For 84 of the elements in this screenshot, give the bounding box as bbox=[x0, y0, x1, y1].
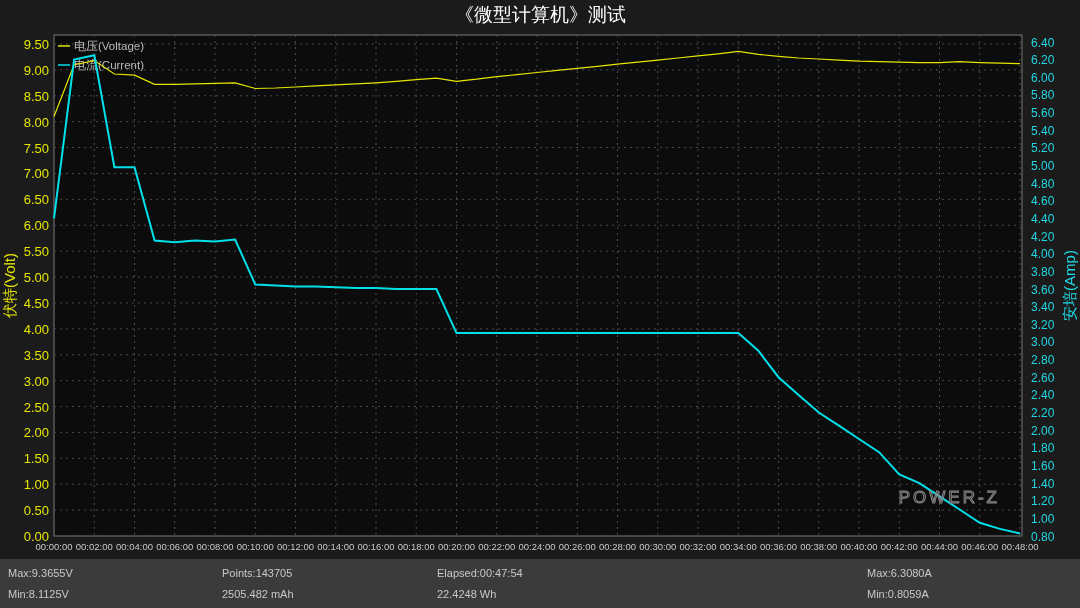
y-tick-label: 5.20 bbox=[1031, 140, 1055, 155]
y-tick-label: 1.00 bbox=[1031, 511, 1055, 526]
x-tick-label: 00:22:00 bbox=[478, 540, 516, 552]
y-tick-label: 4.50 bbox=[23, 295, 49, 311]
stat-text: Points:143705 bbox=[222, 565, 293, 581]
stat-text: Min:8.1125V bbox=[8, 587, 69, 602]
x-tick-label: 00:40:00 bbox=[840, 540, 878, 552]
y-tick-label: 4.20 bbox=[1031, 229, 1055, 244]
y-tick-label: 3.20 bbox=[1031, 317, 1055, 332]
stat-text: 22.4248 Wh bbox=[437, 587, 497, 602]
y-tick-label: 4.00 bbox=[1031, 246, 1055, 261]
y-tick-label: 5.60 bbox=[1031, 105, 1055, 120]
y-tick-label: 5.00 bbox=[23, 269, 49, 285]
stat-text: 2505.482 mAh bbox=[222, 587, 294, 602]
y-tick-label: 3.00 bbox=[23, 373, 49, 389]
x-tick-label: 00:48:00 bbox=[1001, 540, 1039, 552]
y-tick-label: 2.20 bbox=[1031, 405, 1055, 420]
stat-text: Max:6.3080A bbox=[867, 565, 932, 581]
x-tick-label: 00:18:00 bbox=[397, 540, 435, 552]
y-tick-label: 4.60 bbox=[1031, 193, 1055, 208]
y-tick-label: 2.40 bbox=[1031, 387, 1055, 402]
x-tick-label: 00:36:00 bbox=[760, 540, 797, 552]
y-tick-label: 1.80 bbox=[1031, 440, 1055, 455]
y-tick-label: 6.50 bbox=[23, 191, 49, 207]
y-axis-title: 伏特(Volt) bbox=[1, 252, 18, 318]
x-tick-label: 00:42:00 bbox=[880, 540, 918, 552]
y-tick-label: 5.80 bbox=[1031, 87, 1055, 102]
y-tick-label: 4.80 bbox=[1031, 176, 1055, 191]
x-tick-label: 00:08:00 bbox=[196, 540, 234, 552]
stat-text: Min:0.8059A bbox=[867, 587, 929, 602]
x-tick-label: 00:34:00 bbox=[719, 540, 757, 552]
y-tick-label: 3.00 bbox=[1031, 334, 1055, 349]
y-tick-label: 5.40 bbox=[1031, 123, 1055, 138]
y-tick-label: 3.50 bbox=[23, 347, 49, 363]
y-tick-label: 6.40 bbox=[1031, 35, 1055, 49]
x-tick-label: 00:44:00 bbox=[921, 540, 958, 552]
y-tick-label: 5.50 bbox=[23, 243, 49, 259]
x-tick-label: 00:38:00 bbox=[800, 540, 838, 552]
x-tick-label: 00:30:00 bbox=[639, 540, 677, 552]
x-tick-label: 00:12:00 bbox=[277, 540, 314, 552]
y-tick-label: 8.00 bbox=[23, 114, 49, 130]
y-tick-label: 1.50 bbox=[23, 450, 49, 466]
y-tick-label: 2.60 bbox=[1031, 370, 1055, 385]
y-tick-label: 3.80 bbox=[1031, 264, 1055, 279]
x-tick-label: 00:24:00 bbox=[518, 540, 556, 552]
y-tick-label: 7.50 bbox=[23, 140, 49, 156]
y-tick-label: 1.40 bbox=[1031, 476, 1055, 491]
stat-text: Max:9.3655V bbox=[8, 565, 73, 581]
x-tick-label: 00:26:00 bbox=[558, 540, 596, 552]
x-tick-label: 00:28:00 bbox=[599, 540, 636, 552]
y-tick-label: 1.20 bbox=[1031, 493, 1055, 508]
x-tick-label: 00:16:00 bbox=[357, 540, 395, 552]
y-tick-label: 7.00 bbox=[23, 165, 49, 181]
y-tick-label: 6.00 bbox=[1031, 70, 1055, 85]
x-tick-label: 00:10:00 bbox=[236, 540, 274, 552]
y-tick-label: 9.00 bbox=[23, 62, 49, 78]
y-tick-label: 3.60 bbox=[1031, 282, 1055, 296]
x-tick-label: 00:02:00 bbox=[75, 540, 113, 552]
y-tick-label: 1.60 bbox=[1031, 458, 1055, 473]
y-tick-label: 3.40 bbox=[1031, 299, 1055, 314]
y-tick-label: 2.50 bbox=[23, 399, 49, 415]
y-tick-label: 1.00 bbox=[23, 476, 49, 492]
y-tick-label: 0.80 bbox=[1031, 529, 1055, 543]
stat-text: Elapsed:00:47:54 bbox=[437, 565, 523, 581]
y-tick-label: 4.00 bbox=[23, 321, 49, 337]
y-tick-label: 6.00 bbox=[23, 217, 49, 233]
legend-label: 电压(Voltage) bbox=[74, 39, 145, 52]
y-tick-label: 9.50 bbox=[23, 36, 49, 52]
y-axis-title: 安培(Amp) bbox=[1061, 249, 1078, 321]
window-title: 《微型计算机》测试 bbox=[454, 2, 626, 27]
y-tick-label: 2.00 bbox=[1031, 423, 1055, 438]
y-tick-label: 8.50 bbox=[23, 88, 49, 104]
y-tick-label: 6.20 bbox=[1031, 52, 1055, 67]
x-tick-label: 00:04:00 bbox=[116, 540, 153, 552]
x-tick-label: 00:46:00 bbox=[961, 540, 999, 552]
x-tick-label: 00:14:00 bbox=[317, 540, 355, 552]
y-tick-label: 0.50 bbox=[23, 502, 49, 518]
x-tick-label: 00:32:00 bbox=[679, 540, 717, 552]
x-tick-label: 00:20:00 bbox=[438, 540, 475, 552]
y-tick-label: 2.80 bbox=[1031, 352, 1055, 367]
x-tick-label: 00:06:00 bbox=[156, 540, 194, 552]
y-tick-label: 2.00 bbox=[23, 424, 49, 440]
y-tick-label: 5.00 bbox=[1031, 158, 1055, 173]
y-tick-label: 4.40 bbox=[1031, 211, 1055, 226]
